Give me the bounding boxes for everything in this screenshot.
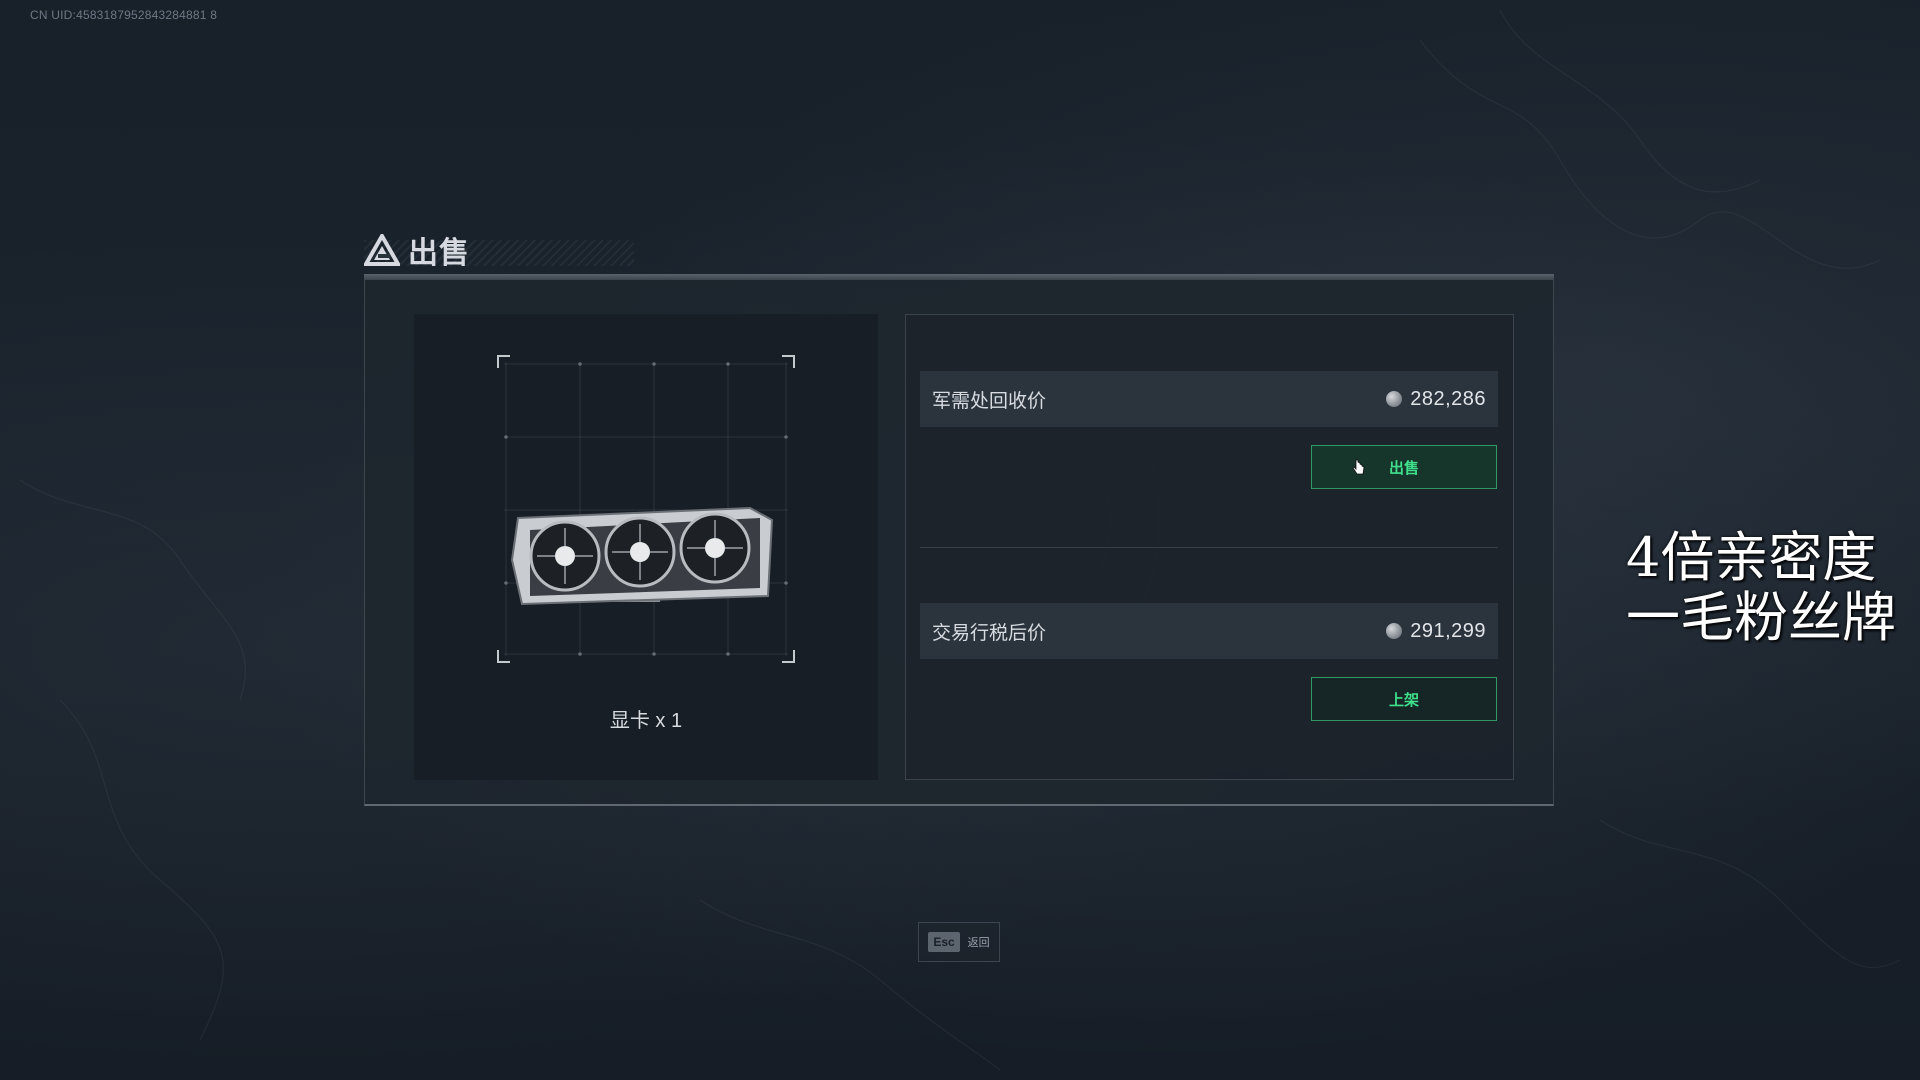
game-screen: CN UID:4583187952843284881 8 出售 显卡 x 1 军…	[0, 0, 1920, 1080]
overlay-line-2: 一毛粉丝牌	[1626, 586, 1896, 649]
dialog-title: 出售	[408, 237, 470, 270]
recycle-price: 282,286	[1386, 388, 1486, 411]
item-name: 显卡 x 1	[609, 710, 683, 732]
coin-icon	[1386, 391, 1403, 407]
graphics-card-image	[510, 506, 774, 606]
section-divider	[920, 547, 1498, 548]
sell-button[interactable]: 出售	[1311, 445, 1497, 489]
sell-dialog: 显卡 x 1 军需处回收价 282,286 出售 交易行税后价 291,299 …	[364, 274, 1554, 806]
esc-label: 返回	[967, 937, 990, 949]
item-preview-panel: 显卡 x 1	[414, 314, 878, 780]
coin-icon	[1386, 623, 1403, 639]
market-price-value: 291,299	[1410, 619, 1486, 642]
delta-logo-icon	[364, 234, 400, 266]
user-uid: CN UID:4583187952843284881 8	[30, 8, 218, 22]
price-panel: 军需处回收价 282,286 出售 交易行税后价 291,299 上架	[905, 314, 1514, 780]
market-price-label: 交易行税后价	[932, 622, 1047, 644]
dialog-header: 出售	[364, 228, 470, 272]
hand-cursor-icon	[1352, 459, 1365, 475]
sell-button-label: 出售	[1388, 459, 1419, 477]
overlay-line-1: 4倍亲密度	[1626, 526, 1877, 589]
dialog-top-bar	[364, 274, 1554, 280]
recycle-price-label: 军需处回收价	[932, 390, 1047, 412]
recycle-price-row: 军需处回收价 282,286	[920, 371, 1498, 427]
esc-back-hint[interactable]: Esc 返回	[918, 922, 1000, 962]
list-button-label: 上架	[1388, 691, 1419, 709]
recycle-price-value: 282,286	[1410, 387, 1486, 410]
stream-overlay-text: 4倍亲密度 一毛粉丝牌	[1626, 528, 1896, 648]
list-on-market-button[interactable]: 上架	[1311, 677, 1497, 721]
market-price: 291,299	[1386, 620, 1486, 643]
market-price-row: 交易行税后价 291,299	[920, 603, 1498, 659]
esc-key: Esc	[928, 932, 960, 952]
